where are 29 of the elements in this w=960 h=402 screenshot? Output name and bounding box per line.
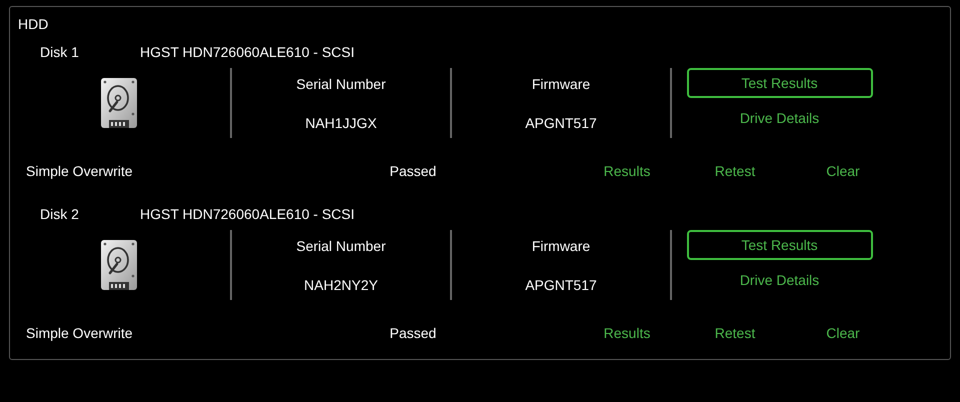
action-link[interactable]: Clear (826, 160, 860, 182)
action-link[interactable]: Results (604, 160, 650, 182)
disk-label: Disk 1 (39, 42, 80, 62)
test-status: Passed (390, 324, 436, 342)
test-results-button[interactable]: Test Results (686, 68, 872, 98)
column-value: APGNT517 (525, 114, 597, 133)
column-value: NAH2NY2Y (304, 276, 378, 295)
action-link[interactable]: Retest (714, 322, 756, 344)
drive-details-link[interactable]: Drive Details (740, 270, 820, 291)
column-value: NAH1JJGX (305, 114, 377, 133)
drive-details-link[interactable]: Drive Details (740, 108, 820, 129)
panel-title: HDD (18, 15, 48, 33)
action-link[interactable]: Results (604, 322, 650, 344)
test-status: Passed (390, 162, 436, 180)
column-value: APGNT517 (525, 276, 597, 295)
test-results-button[interactable]: Test Results (686, 230, 872, 260)
disk-label: Disk 2 (39, 204, 80, 224)
hard-drive-icon (101, 78, 137, 128)
hard-drive-icon (101, 240, 137, 290)
action-link[interactable]: Clear (826, 322, 860, 344)
column-label: Firmware (532, 75, 590, 94)
column-label: Serial Number (296, 237, 386, 256)
column-label: Serial Number (296, 75, 386, 94)
test-name: Simple Overwrite (26, 324, 133, 340)
column-label: Firmware (532, 237, 590, 256)
test-name: Simple Overwrite (26, 162, 133, 178)
drive-model: HGST HDN726060ALE610 - SCSI (140, 42, 355, 62)
action-link[interactable]: Retest (714, 160, 756, 182)
drive-model: HGST HDN726060ALE610 - SCSI (140, 204, 355, 224)
